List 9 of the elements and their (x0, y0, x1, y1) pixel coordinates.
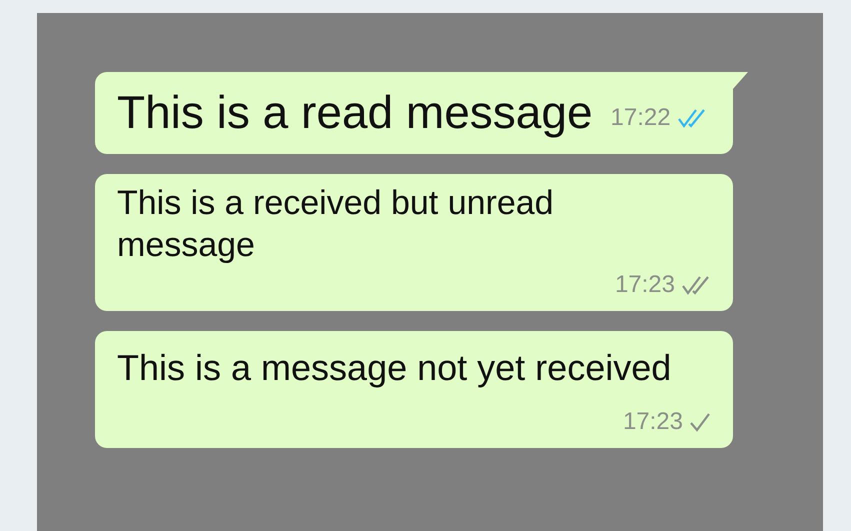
double-check-icon (681, 274, 711, 296)
message-time: 17:23 (614, 270, 675, 300)
message-text: This is a message not yet received (117, 346, 672, 390)
double-check-icon (676, 106, 707, 128)
message-text: This is a received but unread message (117, 182, 555, 266)
message-time: 17:22 (610, 102, 671, 132)
check-icon (689, 410, 711, 432)
message-text: This is a read message (117, 85, 593, 140)
message-time: 17:23 (622, 406, 683, 436)
